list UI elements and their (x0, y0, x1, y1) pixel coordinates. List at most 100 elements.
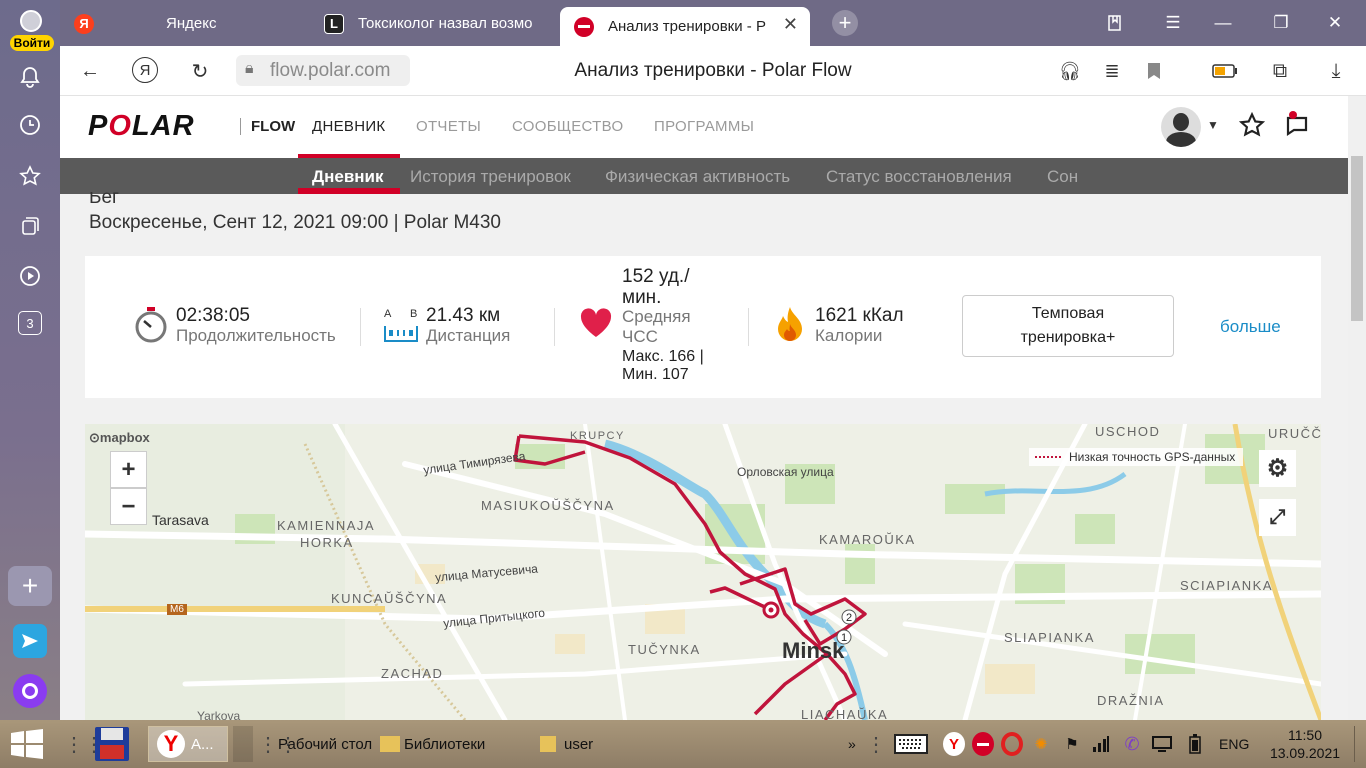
folder-icon (380, 736, 400, 752)
close-window-icon[interactable]: ✕ (1322, 10, 1348, 36)
polar-favicon-icon (574, 16, 594, 37)
minimize-window-icon[interactable]: — (1210, 10, 1236, 36)
subnav-recovery-status[interactable]: Статус восстановления (826, 167, 1012, 187)
nav-diary[interactable]: ДНЕВНИК (312, 118, 385, 135)
taskbar-yandex-browser[interactable]: Y А... (148, 726, 228, 762)
login-button[interactable]: Войти (8, 10, 54, 51)
ruler-icon (384, 326, 418, 342)
new-tab-button[interactable]: + (832, 10, 858, 36)
map-label-tucynka: TUČYNKA (628, 642, 701, 657)
map-label-zachad: ZACHAD (381, 666, 444, 681)
reader-mode-icon[interactable]: ≣ (1098, 57, 1126, 85)
map-label-sciapianka: SCIAPIANKA (1180, 578, 1274, 593)
training-benefit-button[interactable]: Темповая тренировка+ (962, 295, 1174, 357)
collections-icon[interactable] (15, 211, 45, 241)
back-arrow-icon[interactable]: ← (76, 57, 104, 85)
subnav-physical-activity[interactable]: Физическая активность (605, 167, 790, 187)
history-clock-icon[interactable] (15, 110, 45, 140)
more-link[interactable]: больше (1220, 317, 1281, 337)
start-windows-icon[interactable] (10, 726, 44, 762)
restore-window-icon[interactable]: ❐ (1268, 10, 1294, 36)
tab-yandex[interactable]: Я Яндекс (74, 7, 304, 40)
display-monitor-icon[interactable] (1151, 732, 1173, 756)
mapbox-attribution[interactable]: ⊙mapbox (89, 430, 150, 446)
action-center-flag-icon[interactable]: ⚑ (1061, 732, 1083, 756)
reload-icon[interactable]: ↻ (186, 57, 214, 85)
nav-reports[interactable]: ОТЧЕТЫ (416, 118, 481, 135)
nav-community[interactable]: СООБЩЕСТВО (512, 118, 623, 135)
tab-polar-flow-active[interactable]: Анализ тренировки - P ✕ (560, 7, 810, 46)
folder-icon (540, 736, 556, 752)
user-toolbar[interactable]: user (540, 726, 593, 762)
bookmark-flag-icon[interactable] (1140, 57, 1168, 85)
clock[interactable]: 11:50 13.09.2021 (1268, 726, 1342, 762)
zoom-out-button[interactable]: − (110, 488, 147, 525)
download-icon[interactable]: ⤓ (1322, 57, 1350, 85)
battery-icon[interactable] (1184, 732, 1206, 756)
calories-label: Калории (815, 326, 883, 345)
alice-assistant-icon[interactable] (13, 674, 47, 708)
avast-tray-icon[interactable]: ✺ (1030, 732, 1052, 756)
scrollbar-thumb[interactable] (1351, 156, 1363, 321)
subnav-diary[interactable]: Дневник (312, 167, 384, 187)
yandex-home-icon[interactable]: Я (132, 57, 158, 83)
map-label-tarasava: Tarasava (152, 512, 209, 528)
map-canvas: 2 1 (85, 424, 1321, 720)
add-panel-button[interactable]: + (8, 566, 52, 606)
polar-tray-icon[interactable] (972, 732, 994, 756)
battery-saver-icon[interactable] (1211, 57, 1239, 85)
viber-tray-icon[interactable]: ✆ (1121, 732, 1143, 756)
input-language[interactable]: ENG (1219, 726, 1249, 762)
menu-hamburger-icon[interactable]: ☰ (1160, 10, 1186, 36)
messenger-icon[interactable] (13, 624, 47, 658)
training-summary-card: 02:38:05 Продолжительность A B 21.43 км … (85, 256, 1321, 398)
show-desktop-button[interactable] (1354, 726, 1366, 762)
map-label-kuncauscyna: KUNCAŬŠČYNA (331, 591, 448, 606)
polar-logo[interactable]: POLAR (88, 110, 195, 143)
training-benefit-line2: тренировка+ (1020, 329, 1116, 346)
hr-value-line2: мин. (622, 287, 662, 308)
hr-label-line2: ЧСС (622, 327, 658, 346)
save-floppy-icon[interactable] (94, 726, 130, 762)
map-label-minsk: Minsk (782, 638, 845, 663)
extensions-icon[interactable]: ⧉ (1266, 57, 1294, 85)
divider (360, 308, 361, 346)
duration-label: Продолжительность (176, 326, 336, 345)
map-settings-gear-icon[interactable]: ⚙ (1259, 450, 1296, 487)
yandex-browser-icon: Y (157, 730, 185, 758)
desktop-toolbar[interactable]: Рабочий стол (278, 726, 372, 762)
url-field[interactable]: 🔒︎ flow.polar.com (236, 55, 410, 86)
subnav-sleep[interactable]: Сон (1047, 167, 1078, 187)
windows-taskbar: ⋮⋮ Y А... ⋮⋮ Рабочий стол Библиотеки use… (0, 720, 1366, 768)
bookmarks-star-icon[interactable] (15, 161, 45, 191)
toolbar-overflow-icon[interactable]: » (848, 726, 856, 762)
notifications-icon[interactable] (1284, 110, 1312, 143)
zoom-in-button[interactable]: + (110, 451, 147, 488)
libraries-toolbar[interactable]: Библиотеки (380, 726, 485, 762)
bell-icon[interactable] (15, 62, 45, 92)
video-play-icon[interactable] (15, 261, 45, 291)
hr-max: Макс. 166 | (622, 348, 704, 365)
opera-tray-icon[interactable] (1001, 732, 1023, 756)
web-page: POLAR FLOW ДНЕВНИК ОТЧЕТЫ СООБЩЕСТВО ПРО… (60, 96, 1366, 720)
map-label-liachauka: LIACHAŬKA (801, 707, 889, 720)
route-map[interactable]: 2 1 ⊙mapbox KRUPCY USCHOD URUČČ MASIUKOŬ… (85, 424, 1321, 720)
yandex-tray-icon[interactable]: Y (943, 732, 965, 756)
lenta-favicon-icon: L (324, 13, 344, 34)
user-avatar[interactable] (1161, 107, 1201, 147)
page-scrollbar[interactable] (1348, 96, 1366, 720)
badge-count[interactable]: 3 (18, 311, 42, 335)
headphones-icon[interactable]: 🎧︎ (1056, 57, 1084, 85)
bookmarks-panel-icon[interactable] (1103, 10, 1129, 36)
favorites-star-icon[interactable] (1238, 111, 1266, 143)
network-signal-icon[interactable] (1090, 732, 1112, 756)
nav-programs[interactable]: ПРОГРАММЫ (654, 118, 754, 135)
street-orlovskaya: Орловская улица (737, 465, 834, 479)
chevron-down-icon[interactable]: ▼ (1207, 118, 1219, 132)
fullscreen-icon[interactable]: ⤢ (1259, 499, 1296, 536)
tab-toxicologist-article[interactable]: L Токсиколог назвал возмо (324, 7, 549, 40)
close-tab-icon[interactable]: ✕ (783, 14, 798, 35)
map-label-krupcy: KRUPCY (570, 430, 625, 442)
keyboard-icon[interactable] (893, 732, 929, 756)
subnav-training-history[interactable]: История тренировок (410, 167, 571, 187)
